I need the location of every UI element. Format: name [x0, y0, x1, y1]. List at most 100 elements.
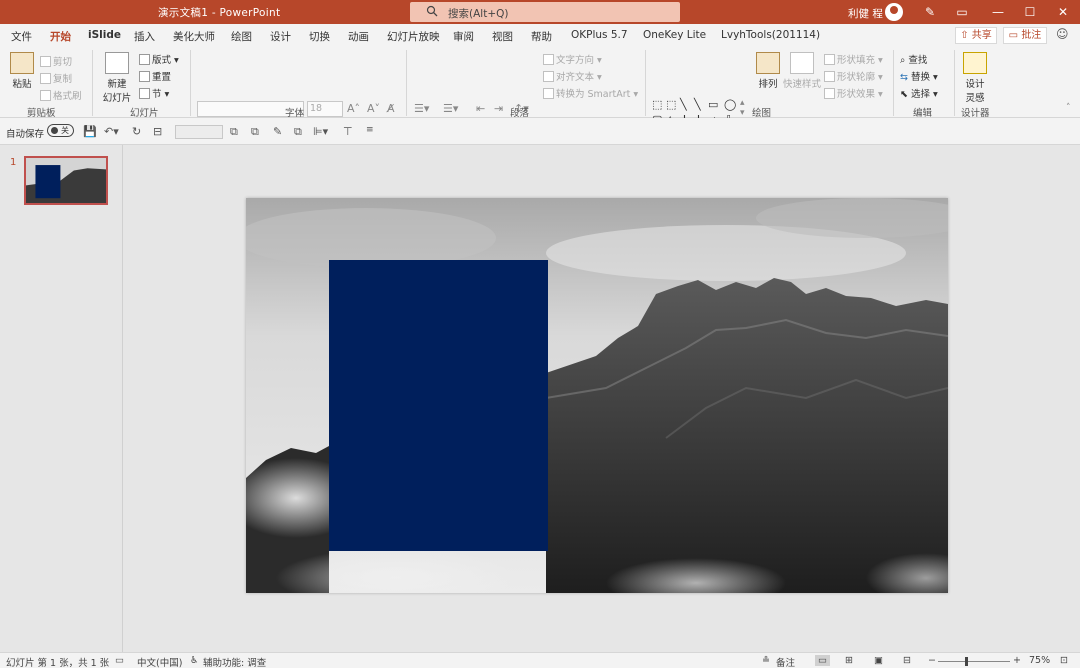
oval-icon[interactable]: ◯	[724, 98, 736, 111]
fit-slide-icon[interactable]: ⊡	[1060, 655, 1068, 666]
slideshow-icon[interactable]: ⊟	[903, 655, 911, 666]
increase-font-icon[interactable]: A˄	[347, 102, 360, 115]
tab-lvyhtools[interactable]: LvyhTools(201114)	[721, 29, 820, 41]
replace-icon: ⇆	[900, 72, 911, 83]
indent-decrease-icon[interactable]: ⇤	[476, 102, 485, 115]
clear-format-icon[interactable]: A̸	[387, 102, 395, 115]
copy-button[interactable]: 复制	[40, 71, 72, 85]
line-icon[interactable]: ╲	[680, 98, 687, 111]
paste-button[interactable]: 粘贴	[8, 52, 36, 90]
textbox-icon[interactable]: ⬚	[652, 98, 662, 111]
avatar[interactable]	[885, 3, 903, 21]
find-button[interactable]: ⌕ 查找	[900, 52, 927, 66]
duplicate-icon[interactable]: ⧉	[294, 125, 302, 139]
bullets-icon[interactable]: ☰▾	[414, 102, 429, 115]
text-format-icon[interactable]: ⊤	[343, 125, 353, 138]
share-button[interactable]: ⇧ 共享	[955, 27, 997, 44]
user-name[interactable]: 利健 程	[848, 6, 883, 21]
comments-button[interactable]: ▭ 批注	[1003, 27, 1047, 44]
save-icon[interactable]: 💾	[83, 125, 97, 138]
customize-qat-icon[interactable]: ≡	[366, 125, 374, 135]
arrange-icon	[756, 52, 780, 74]
collapse-ribbon-icon[interactable]: ˄	[1066, 103, 1071, 113]
textbox-vertical-icon[interactable]: ⬚	[666, 98, 676, 111]
shape-outline-button[interactable]: 形状轮廓 ▾	[824, 69, 883, 83]
font-size-select[interactable]: 18	[307, 101, 343, 117]
tab-design[interactable]: 设计	[270, 29, 291, 44]
spellcheck-icon[interactable]: ▭	[115, 655, 124, 666]
select-button[interactable]: ⬉ 选择 ▾	[900, 86, 938, 100]
tab-home[interactable]: 开始	[50, 29, 71, 48]
shape-effects-button[interactable]: 形状效果 ▾	[824, 86, 883, 100]
normal-view-icon[interactable]: ▭	[815, 655, 830, 666]
align-icon[interactable]: ⊫▾	[313, 125, 328, 138]
zoom-out-icon[interactable]: −	[928, 655, 936, 666]
section-button[interactable]: 节 ▾	[139, 86, 169, 100]
tab-slideshow[interactable]: 幻灯片放映	[387, 29, 440, 44]
quick-styles-button[interactable]: 快速样式	[783, 52, 821, 90]
slide[interactable]	[246, 198, 948, 593]
zoom-in-icon[interactable]: +	[1013, 655, 1021, 666]
redo-icon[interactable]: ↻	[132, 125, 141, 138]
align-text-button[interactable]: 对齐文本 ▾	[543, 69, 602, 83]
layout-button[interactable]: 版式 ▾	[139, 52, 179, 66]
line-icon[interactable]: ╲	[694, 98, 701, 111]
design-ideas-button[interactable]: 设计 灵感	[960, 52, 990, 104]
replace-button[interactable]: ⇆ 替换 ▾	[900, 69, 938, 83]
ribbon-display-icon[interactable]: ▭	[954, 4, 970, 20]
slide-sorter-icon[interactable]: ⊞	[845, 655, 853, 666]
reading-view-icon[interactable]: ▣	[874, 655, 883, 666]
navy-rectangle-shape[interactable]	[329, 260, 548, 551]
tab-transitions[interactable]: 切换	[309, 29, 330, 44]
text-direction-button[interactable]: 文字方向 ▾	[543, 52, 602, 66]
zoom-slider[interactable]	[938, 661, 1010, 662]
decrease-font-icon[interactable]: A˅	[367, 102, 380, 115]
zoom-level[interactable]: 75%	[1029, 655, 1050, 666]
autosave-toggle[interactable]: 关	[47, 124, 74, 137]
outline-pen-icon	[824, 71, 835, 82]
close-icon[interactable]: ✕	[1055, 4, 1071, 20]
new-slide-button[interactable]: 新建 幻灯片	[100, 52, 134, 104]
smartart-button[interactable]: 转换为 SmartArt ▾	[543, 86, 638, 100]
tab-meihua[interactable]: 美化大师	[173, 29, 215, 44]
undo-icon[interactable]: ↶▾	[104, 125, 119, 138]
tab-view[interactable]: 视图	[492, 29, 513, 44]
tab-onekey[interactable]: OneKey Lite	[643, 29, 706, 41]
slide-thumbnail[interactable]	[24, 156, 108, 205]
language-status[interactable]: 中文(中国)	[137, 655, 182, 668]
brush-icon[interactable]: ✎	[273, 125, 282, 138]
tab-okplus[interactable]: OKPlus 5.7	[571, 29, 628, 41]
tab-insert[interactable]: 插入	[134, 29, 155, 44]
notes-icon[interactable]: ≗	[762, 655, 770, 666]
tab-animations[interactable]: 动画	[348, 29, 369, 44]
format-painter-button[interactable]: 格式刷	[40, 88, 82, 102]
tab-file[interactable]: 文件	[11, 29, 32, 44]
maximize-icon[interactable]: ☐	[1022, 4, 1038, 20]
arrange-button[interactable]: 排列	[755, 52, 781, 90]
accessibility-status[interactable]: 辅助功能: 调查	[203, 655, 266, 668]
numbering-icon[interactable]: ☰▾	[443, 102, 458, 115]
indent-increase-icon[interactable]: ⇥	[494, 102, 503, 115]
reset-icon	[139, 71, 150, 82]
qat-dropdown[interactable]	[175, 125, 223, 139]
notes-button[interactable]: 备注	[776, 655, 795, 668]
tab-draw[interactable]: 绘图	[231, 29, 252, 44]
shape-fill-button[interactable]: 形状填充 ▾	[824, 52, 883, 66]
cut-button[interactable]: 剪切	[40, 54, 72, 68]
reset-button[interactable]: 重置	[139, 69, 171, 83]
tab-help[interactable]: 帮助	[531, 29, 552, 44]
minimize-icon[interactable]: —	[990, 4, 1006, 20]
present-icon[interactable]: ⊟	[153, 125, 162, 138]
feedback-icon[interactable]: ☺	[1056, 27, 1069, 41]
thumbnail-image	[26, 158, 106, 203]
tab-islide[interactable]: iSlide	[88, 29, 121, 41]
search-box[interactable]: 搜索(Alt+Q)	[410, 2, 680, 22]
group-icon[interactable]: ⧉	[230, 125, 238, 139]
accessibility-icon[interactable]: ♿	[190, 655, 199, 666]
pen-icon[interactable]: ✎	[922, 4, 938, 20]
tab-review[interactable]: 审阅	[453, 29, 474, 44]
divider	[954, 50, 955, 116]
zoom-slider-thumb[interactable]	[965, 657, 968, 666]
rectangle-icon[interactable]: ▭	[708, 98, 718, 111]
ungroup-icon[interactable]: ⧉	[251, 125, 259, 139]
